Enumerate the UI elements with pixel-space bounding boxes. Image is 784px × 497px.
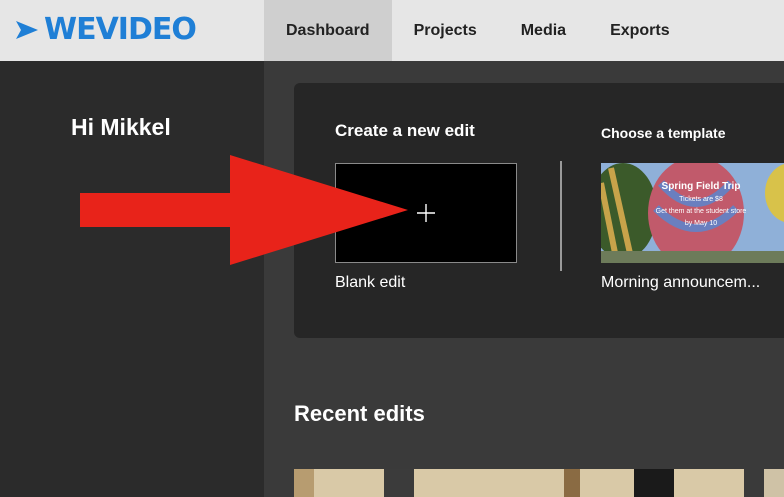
divider: [560, 161, 562, 271]
logo-play-icon: [16, 21, 38, 39]
nav-tab-exports[interactable]: Exports: [588, 0, 692, 61]
wevideo-logo[interactable]: WEVIDEO: [16, 12, 197, 48]
recent-edit-image: [294, 469, 744, 497]
nav-tab-media[interactable]: Media: [499, 0, 588, 61]
template-preview-heading: Spring Field Trip: [661, 181, 741, 192]
template-thumbnail[interactable]: Spring Field Trip Tickets are $8 Get the…: [601, 163, 784, 263]
logo-text: WEVIDEO: [44, 12, 197, 47]
recent-edit-image-2: [764, 469, 784, 497]
plus-icon: [417, 204, 435, 222]
red-arrow-annotation: [80, 155, 408, 265]
sidebar: Hi Mikkel: [0, 61, 264, 497]
blank-edit-label[interactable]: Blank edit: [335, 274, 405, 292]
nav-tab-projects[interactable]: Projects: [392, 0, 499, 61]
recent-edit-thumbnail-2[interactable]: [764, 469, 784, 497]
template-preview-line2: Get them at the student store: [655, 208, 747, 215]
template-heading: Choose a template: [601, 125, 726, 141]
main-content: Create a new edit Blank edit Choose a te…: [264, 61, 784, 497]
main-nav: Dashboard Projects Media Exports: [264, 0, 692, 61]
template-preview-line3: by May 10: [684, 220, 718, 227]
template-preview-line1: Tickets are $8: [679, 196, 723, 203]
create-edit-heading: Create a new edit: [335, 121, 475, 140]
template-preview-text: Spring Field Trip Tickets are $8 Get the…: [641, 169, 761, 228]
recent-edits-heading: Recent edits: [294, 401, 425, 426]
top-bar: WEVIDEO Dashboard Projects Media Exports: [0, 0, 784, 61]
template-label[interactable]: Morning announcem...: [601, 274, 760, 292]
recent-edit-thumbnail[interactable]: [294, 469, 744, 497]
greeting: Hi Mikkel: [71, 114, 171, 140]
nav-tab-dashboard[interactable]: Dashboard: [264, 0, 392, 61]
